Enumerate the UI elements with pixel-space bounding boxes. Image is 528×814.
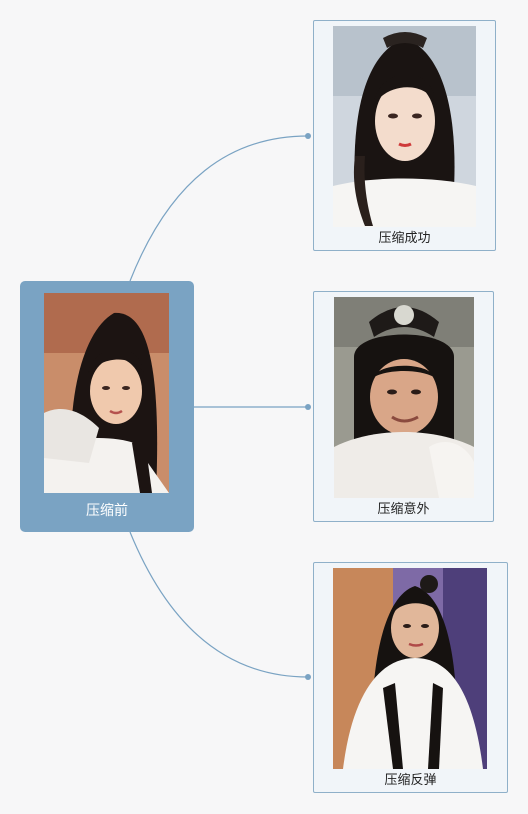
connector-dot-3 xyxy=(305,674,311,680)
connector-dot-2 xyxy=(305,404,311,410)
branch-node-success[interactable]: 压缩成功 xyxy=(313,20,496,251)
branch-label-rebound: 压缩反弹 xyxy=(384,773,437,788)
branch-label-accident: 压缩意外 xyxy=(377,502,430,517)
branch-portrait-image-accident xyxy=(334,297,474,498)
root-node[interactable]: 压缩前 xyxy=(20,281,194,532)
branch-portrait-image-rebound xyxy=(333,568,487,769)
branch-node-rebound[interactable]: 压缩反弹 xyxy=(313,562,508,793)
root-portrait-image xyxy=(44,293,169,493)
connector-dot-1 xyxy=(305,133,311,139)
connector-to-branch-1 xyxy=(129,135,309,282)
branch-node-accident[interactable]: 压缩意外 xyxy=(313,291,494,522)
connector-to-branch-3 xyxy=(129,531,309,678)
branch-portrait-image-success xyxy=(333,26,476,227)
branch-label-success: 压缩成功 xyxy=(378,231,431,246)
root-label: 压缩前 xyxy=(86,503,128,519)
